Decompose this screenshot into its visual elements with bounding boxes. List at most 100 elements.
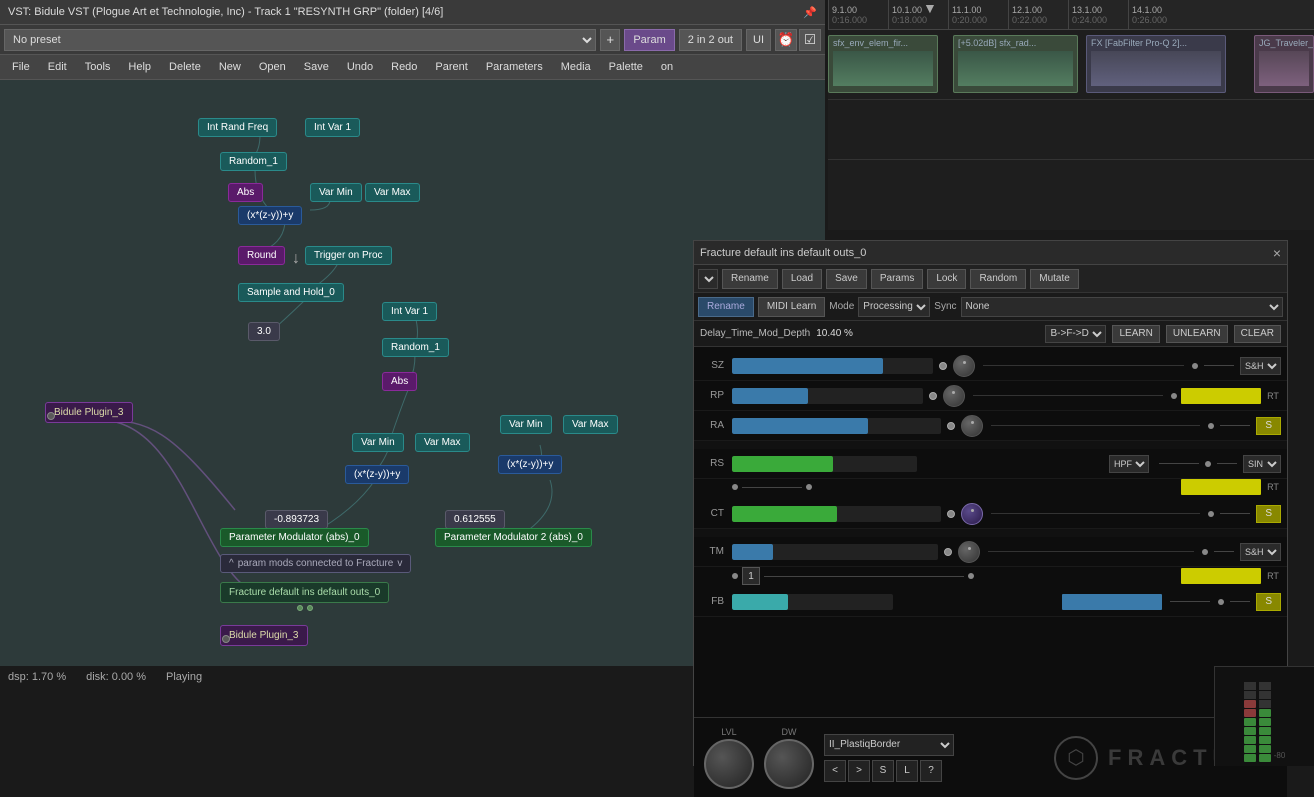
preset-add-button[interactable]: + bbox=[600, 29, 620, 51]
node-sample-hold[interactable]: Sample and Hold_0 bbox=[238, 283, 344, 302]
menu-new[interactable]: New bbox=[211, 59, 249, 75]
menu-help[interactable]: Help bbox=[120, 59, 159, 75]
ra-s-tag[interactable]: S bbox=[1256, 417, 1281, 435]
node-var-min-right[interactable]: Var Min bbox=[500, 415, 552, 434]
node-formula-top[interactable]: (x*(z-y))+y bbox=[238, 206, 302, 225]
param-button[interactable]: Param bbox=[624, 29, 674, 51]
track-clip-3[interactable]: FX [FabFilter Pro-Q 2]... bbox=[1086, 35, 1226, 93]
node-val-pos[interactable]: 0.612555 bbox=[445, 510, 505, 529]
node-random-1-top[interactable]: Random_1 bbox=[220, 152, 287, 171]
node-formula-mid[interactable]: (x*(z-y))+y bbox=[345, 465, 409, 484]
fracture-close-button[interactable]: × bbox=[1273, 245, 1281, 261]
fracture-node-box[interactable]: Fracture default ins default outs_0 bbox=[220, 582, 389, 611]
menu-parent[interactable]: Parent bbox=[427, 59, 475, 75]
pin-button[interactable]: 📌 bbox=[803, 6, 817, 19]
nav-prev-button[interactable]: < bbox=[824, 760, 846, 782]
save-button[interactable]: Save bbox=[826, 269, 867, 289]
load-button[interactable]: Load bbox=[782, 269, 822, 289]
mode-select[interactable]: Processing bbox=[858, 297, 930, 317]
menu-edit[interactable]: Edit bbox=[40, 59, 75, 75]
nav-next-button[interactable]: > bbox=[848, 760, 870, 782]
ra-slider[interactable] bbox=[732, 418, 941, 434]
menu-open[interactable]: Open bbox=[251, 59, 294, 75]
random-button[interactable]: Random bbox=[970, 269, 1026, 289]
node-abs-top[interactable]: Abs bbox=[228, 183, 263, 202]
track-clip-4[interactable]: JG_Traveler_B bbox=[1254, 35, 1314, 93]
param-mode-select[interactable]: B->F->D bbox=[1045, 325, 1106, 343]
tm-sh-select[interactable]: S&H bbox=[1240, 543, 1281, 561]
node-formula-right[interactable]: (x*(z-y))+y bbox=[498, 455, 562, 474]
menu-file[interactable]: File bbox=[4, 59, 38, 75]
node-random-1-mid[interactable]: Random_1 bbox=[382, 338, 449, 357]
plugin-3-bot[interactable]: Bidule Plugin_3 bbox=[220, 625, 308, 646]
node-round[interactable]: Round bbox=[238, 246, 285, 265]
rs-sin-select[interactable]: SIN bbox=[1243, 455, 1281, 473]
ra-knob[interactable] bbox=[961, 415, 983, 437]
node-int-var-1-top[interactable]: Int Var 1 bbox=[305, 118, 360, 137]
tm-knob[interactable] bbox=[958, 541, 980, 563]
node-trigger-on-proc[interactable]: Trigger on Proc bbox=[305, 246, 392, 265]
unlearn-button[interactable]: UNLEARN bbox=[1166, 325, 1228, 343]
fracture-preset-select[interactable]: II_PlastiqBorder bbox=[824, 734, 954, 756]
rp-knob[interactable] bbox=[943, 385, 965, 407]
params-button[interactable]: Params bbox=[871, 269, 923, 289]
node-var-max-top[interactable]: Var Max bbox=[365, 183, 420, 202]
learn-button[interactable]: LEARN bbox=[1112, 325, 1159, 343]
sz-sh-select[interactable]: S&H bbox=[1240, 357, 1281, 375]
midi-learn-button[interactable]: MIDI Learn bbox=[758, 297, 825, 317]
rs-slider[interactable] bbox=[732, 456, 917, 472]
dw-knob[interactable] bbox=[764, 739, 814, 789]
nav-l-button[interactable]: L bbox=[896, 760, 918, 782]
rename-button-1[interactable]: Rename bbox=[722, 269, 778, 289]
check-button[interactable]: ☑ bbox=[799, 29, 821, 51]
ct-slider[interactable] bbox=[732, 506, 941, 522]
fracture-content[interactable]: SZ S&H RP RT bbox=[694, 347, 1287, 717]
lvl-knob[interactable] bbox=[704, 739, 754, 789]
track-clip-2[interactable]: [+5.02dB] sfx_rad... bbox=[953, 35, 1078, 93]
tm-step-1[interactable]: 1 bbox=[742, 567, 760, 585]
menu-undo[interactable]: Undo bbox=[339, 59, 381, 75]
clock-button[interactable]: ⏰ bbox=[775, 29, 797, 51]
ct-s-tag[interactable]: S bbox=[1256, 505, 1281, 523]
clear-button[interactable]: CLEAR bbox=[1234, 325, 1281, 343]
node-var-max-right[interactable]: Var Max bbox=[563, 415, 618, 434]
menu-palette[interactable]: Palette bbox=[601, 59, 651, 75]
ct-knob[interactable] bbox=[961, 503, 983, 525]
io-button[interactable]: 2 in 2 out bbox=[679, 29, 742, 51]
node-param-mod-2[interactable]: Parameter Modulator 2 (abs)_0 bbox=[435, 528, 592, 547]
menu-redo[interactable]: Redo bbox=[383, 59, 425, 75]
menu-save[interactable]: Save bbox=[296, 59, 337, 75]
node-param-mod-1[interactable]: Parameter Modulator (abs)_0 bbox=[220, 528, 369, 547]
node-val-3[interactable]: 3.0 bbox=[248, 322, 280, 341]
node-abs-mid[interactable]: Abs bbox=[382, 372, 417, 391]
rp-slider[interactable] bbox=[732, 388, 923, 404]
nav-s-button[interactable]: S bbox=[872, 760, 894, 782]
timeline-tracks[interactable]: sfx_env_elem_fir... [+5.02dB] sfx_rad...… bbox=[828, 30, 1314, 230]
node-val-neg[interactable]: -0.893723 bbox=[265, 510, 328, 529]
node-int-var-1-mid[interactable]: Int Var 1 bbox=[382, 302, 437, 321]
node-var-min-mid[interactable]: Var Min bbox=[352, 433, 404, 452]
tm-slider[interactable] bbox=[732, 544, 938, 560]
menu-media[interactable]: Media bbox=[553, 59, 599, 75]
node-var-max-mid[interactable]: Var Max bbox=[415, 433, 470, 452]
rs-hpf-select[interactable]: HPF bbox=[1109, 455, 1149, 473]
track-clip-1[interactable]: sfx_env_elem_fir... bbox=[828, 35, 938, 93]
ui-button[interactable]: UI bbox=[746, 29, 771, 51]
node-var-min-top[interactable]: Var Min bbox=[310, 183, 362, 202]
menu-tools[interactable]: Tools bbox=[77, 59, 119, 75]
sync-select[interactable]: None bbox=[961, 297, 1283, 317]
nav-help-button[interactable]: ? bbox=[920, 760, 942, 782]
mutate-button[interactable]: Mutate bbox=[1030, 269, 1079, 289]
lock-button[interactable]: Lock bbox=[927, 269, 966, 289]
plugin-3-top[interactable]: Bidule Plugin_3 bbox=[45, 402, 133, 423]
sz-knob[interactable] bbox=[953, 355, 975, 377]
menu-delete[interactable]: Delete bbox=[161, 59, 209, 75]
sz-slider[interactable] bbox=[732, 358, 933, 374]
preset-select[interactable]: No preset bbox=[4, 29, 596, 51]
menu-on[interactable]: on bbox=[653, 59, 681, 75]
fb-s-tag[interactable]: S bbox=[1256, 593, 1281, 611]
rename-button-2[interactable]: Rename bbox=[698, 297, 754, 317]
fracture-preset-dropdown[interactable] bbox=[698, 269, 718, 289]
node-int-rand-freq[interactable]: Int Rand Freq bbox=[198, 118, 277, 137]
menu-parameters[interactable]: Parameters bbox=[478, 59, 551, 75]
